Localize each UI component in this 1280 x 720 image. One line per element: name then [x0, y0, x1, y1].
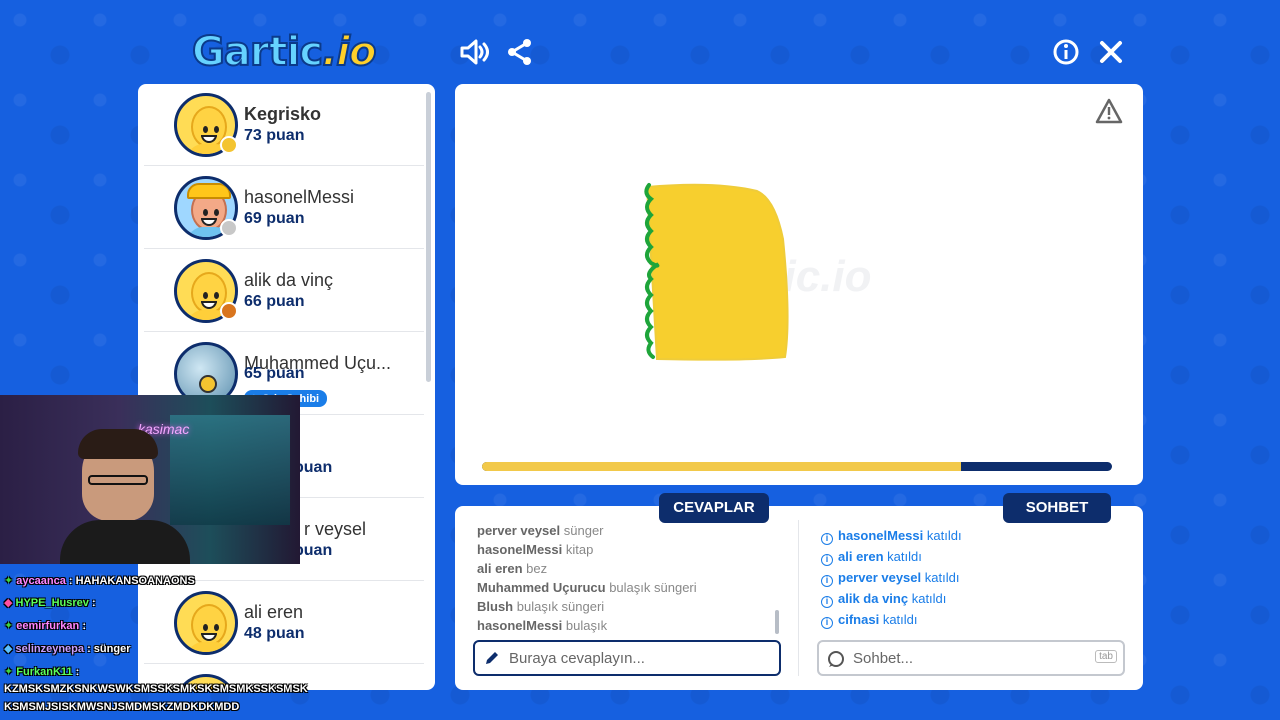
- report-warning-icon[interactable]: [1095, 98, 1123, 129]
- sound-icon[interactable]: [458, 36, 490, 68]
- info-icon: i: [821, 596, 833, 608]
- info-icon[interactable]: [1050, 36, 1082, 68]
- player-points: 69 puan: [244, 210, 305, 227]
- info-icon: i: [821, 533, 833, 545]
- drawing-canvas[interactable]: Gartic.io: [455, 84, 1143, 485]
- info-icon: i: [821, 617, 833, 629]
- answer-input[interactable]: [509, 648, 709, 668]
- drawing-sponge: [644, 183, 789, 361]
- answer-line: ali eren bez: [477, 561, 548, 576]
- silver-medal-icon: [220, 219, 238, 237]
- panel-divider: [798, 520, 799, 676]
- stream-chat-line: ✦ aycaanca : HAHAKANSOANAONS: [4, 575, 195, 587]
- timer-fill: [482, 462, 961, 471]
- players-scrollbar[interactable]: [426, 92, 431, 382]
- player-points: 66 puan: [244, 293, 305, 310]
- info-icon: i: [821, 554, 833, 566]
- player-row[interactable]: alik da vinç 66 puan: [144, 250, 424, 332]
- tab-chat[interactable]: SOHBET: [1003, 493, 1111, 523]
- tab-answers[interactable]: CEVAPLAR: [659, 493, 769, 523]
- answer-line: Blush bulaşık süngeri: [477, 599, 605, 614]
- streamer-webcam: kasimac: [0, 395, 300, 564]
- tab-key-hint: tab: [1095, 650, 1117, 663]
- player-name: alik da vinç: [244, 270, 334, 290]
- pencil-icon: [486, 652, 498, 664]
- stream-chat-line: ✦ FurkanK11 :: [4, 666, 80, 678]
- answer-line: Muhammed Uçurucu bulaşık süngeri: [477, 580, 697, 595]
- chat-line: i ali eren katıldı: [821, 549, 922, 566]
- logo-text: Gartic: [191, 29, 324, 75]
- share-icon[interactable]: [504, 36, 536, 68]
- answer-line: hasonelMessi bulaşık: [477, 618, 608, 633]
- stream-chat-line: ◆ HYPE_Husrev :: [4, 597, 96, 609]
- stream-chat-overlay: ✦ aycaanca : HAHAKANSOANAONS ◆ HYPE_Husr…: [0, 570, 330, 720]
- logo-suffix: .io: [321, 29, 377, 75]
- chat-input[interactable]: [853, 648, 1053, 668]
- player-row[interactable]: Kegrisko 73 puan: [144, 84, 424, 166]
- answers-chat-panel: CEVAPLAR SOHBET perver veysel sünger has…: [455, 493, 1143, 690]
- answers-scrollbar[interactable]: [775, 610, 779, 634]
- chat-line: i alik da vinç katıldı: [821, 591, 946, 608]
- chat-input-box[interactable]: tab: [817, 640, 1125, 676]
- round-timer-bar: [482, 462, 1112, 471]
- player-row[interactable]: hasonelMessi 69 puan: [144, 167, 424, 249]
- player-name: r veysel: [304, 519, 367, 539]
- player-points: 73 puan: [244, 127, 305, 144]
- stream-chat-line: ✦ eemirfurkan :: [4, 620, 86, 632]
- answer-line: hasonelMessi kitap: [477, 542, 594, 557]
- player-points: 65 puan: [244, 365, 305, 382]
- stream-chat-line: KZMSKSMZKSNKWSWKSMSSKSMKSKSMSMKSSKSMSK: [4, 683, 308, 695]
- gold-medal-icon: [220, 136, 238, 154]
- chat-line: i hasonelMessi katıldı: [821, 528, 962, 545]
- stream-chat-line: KSMSMJSISKMWSNJSMDMSKZMDKDKMDD: [4, 701, 240, 713]
- answer-line: perver veysel sünger: [477, 523, 604, 538]
- gartic-logo: Gartic.io: [191, 29, 382, 75]
- chat-line: i cifnasi katıldı: [821, 612, 918, 629]
- player-name: hasonelMessi: [244, 187, 355, 207]
- answer-input-box[interactable]: [473, 640, 781, 676]
- stream-chat-line: ◆ selinzeynepa : sünger: [4, 643, 131, 655]
- info-icon: i: [821, 575, 833, 587]
- chat-bubble-icon: [828, 651, 844, 667]
- bronze-medal-icon: [220, 302, 238, 320]
- close-icon[interactable]: [1095, 36, 1127, 68]
- player-name: Kegrisko: [244, 104, 322, 124]
- chat-line: i perver veysel katıldı: [821, 570, 959, 587]
